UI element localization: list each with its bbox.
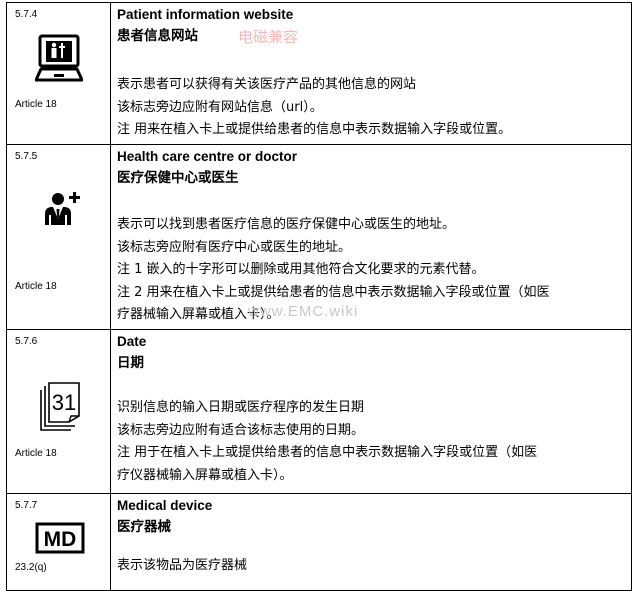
reference-number: 5.7.7	[15, 500, 38, 511]
description-line: 注 1 嵌入的十字形可以删除或用其他符合文化要求的元素代替。	[117, 262, 485, 277]
symbol-cell: 5.7.5 Article 18	[6, 144, 111, 330]
description-line: 疗器械输入屏幕或植入卡）。	[117, 307, 280, 322]
table-row: 5.7.5 Article 18 Health care centre or d…	[6, 144, 632, 330]
symbol-title-zh: 医疗器械	[117, 519, 171, 535]
symbol-title-zh: 医疗保健中心或医生	[117, 170, 239, 186]
description-line: 识别信息的输入日期或医疗程序的发生日期	[117, 400, 365, 415]
symbol-description: 表示患者可以获得有关该医疗产品的其他信息的网站 该标志旁边应附有网站信息（url…	[117, 74, 625, 142]
article-reference: Article 18	[15, 448, 57, 459]
symbol-title-en: Date	[117, 334, 147, 349]
calendar-date-icon: 31	[40, 382, 80, 431]
symbol-title-en: Patient information website	[117, 7, 294, 22]
symbol-cell: 5.7.6 31 Article 18	[6, 329, 111, 494]
article-reference: Article 18	[15, 99, 57, 110]
article-reference: 23.2(q)	[15, 562, 47, 573]
description-line: 表示患者可以获得有关该医疗产品的其他信息的网站	[117, 77, 417, 92]
description-line: 注 用于在植入卡上或提供给患者的信息中表示数据输入字段或位置（如医	[117, 445, 538, 460]
calendar-day-number: 31	[52, 390, 76, 415]
reference-number: 5.7.5	[15, 151, 38, 162]
description-line: 表示可以找到患者医疗信息的医疗保健中心或医生的地址。	[117, 217, 456, 232]
symbol-title-en: Medical device	[117, 498, 213, 513]
description-line: 注 2 用来在植入卡上或提供给患者的信息中表示数据输入字段或位置（如医	[117, 284, 550, 300]
description-cell: Health care centre or doctor 医疗保健中心或医生 表…	[110, 144, 632, 330]
watermark-red: 电磁兼容	[238, 29, 299, 46]
description-line: 疗仪器械输入屏幕或植入卡）。	[117, 467, 293, 483]
reference-number: 5.7.4	[15, 9, 38, 20]
description-cell: Medical device 医疗器械 表示该物品为医疗器械	[110, 493, 632, 591]
table-row: 5.7.7 MD 23.2(q) Medical device 医疗器械 表示该…	[6, 493, 632, 591]
symbol-table: 5.7.4 Article 18 Patient information web…	[6, 2, 632, 591]
description-cell: Date 日期 识别信息的输入日期或医疗程序的发生日期 该标志旁边应附有适合该标…	[110, 329, 632, 494]
table-row: 5.7.6 31 Article 18 Date 日期 识别信息的输入日期或医疗…	[6, 329, 632, 494]
symbol-title-zh: 患者信息网站	[117, 28, 198, 44]
symbol-title-zh: 日期	[117, 355, 144, 371]
symbol-title-en: Health care centre or doctor	[117, 149, 298, 164]
symbol-description: 识别信息的输入日期或医疗程序的发生日期 该标志旁边应附有适合该标志使用的日期。 …	[117, 397, 625, 487]
description-line: 注 用来在植入卡上或提供给患者的信息中表示数据输入字段或位置。	[117, 122, 512, 137]
md-label: MD	[44, 528, 77, 551]
symbol-cell: 5.7.4 Article 18	[6, 2, 111, 145]
description-line: 该标志旁应附有医疗中心或医生的地址。	[117, 239, 352, 255]
symbol-description: 表示该物品为医疗器械	[117, 555, 625, 578]
symbol-description: 表示可以找到患者医疗信息的医疗保健中心或医生的地址。 该标志旁应附有医疗中心或医…	[117, 214, 625, 327]
description-line: 该标志旁边应附有网站信息（url）。	[117, 99, 323, 115]
table-row: 5.7.4 Article 18 Patient information web…	[6, 2, 632, 145]
description-line: 该标志旁边应附有适合该标志使用的日期。	[117, 422, 365, 438]
article-reference: Article 18	[15, 281, 57, 292]
description-line: 表示该物品为医疗器械	[117, 558, 248, 573]
doctor-icon	[45, 192, 80, 225]
reference-number: 5.7.6	[15, 336, 38, 347]
laptop-patient-icon	[35, 34, 83, 82]
watermark: www.EMC.wiki	[248, 303, 359, 320]
description-cell: Patient information website 患者信息网站 表示患者可…	[110, 2, 632, 145]
medical-device-md-icon: MD	[35, 522, 85, 554]
symbol-cell: 5.7.7 MD 23.2(q)	[6, 493, 111, 591]
